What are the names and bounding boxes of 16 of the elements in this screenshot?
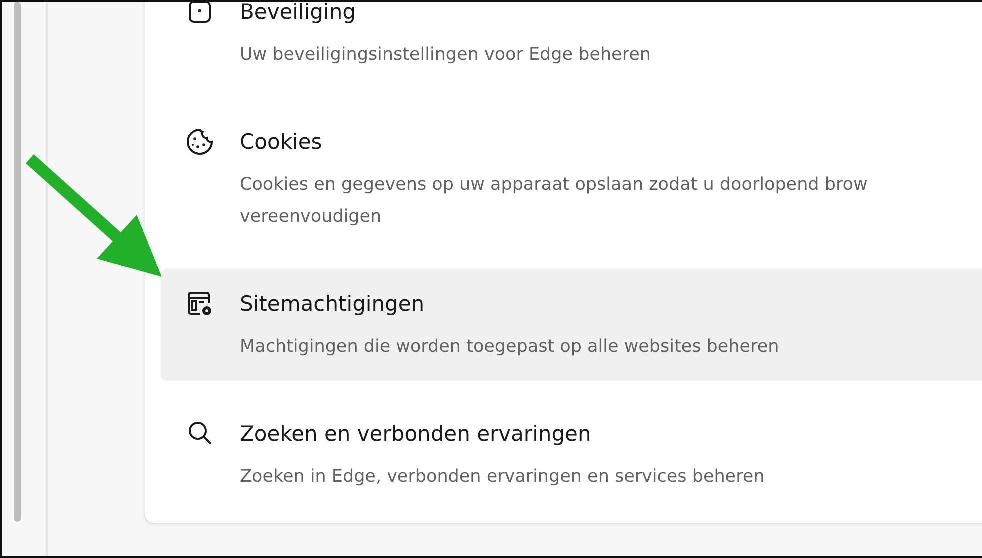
- item-title: Beveiliging: [240, 2, 357, 26]
- item-description: Cookies en gegevens op uw apparaat opslaan zodat u doorlopend brow: [240, 174, 868, 197]
- item-title: Cookies: [240, 129, 324, 156]
- item-description: Zoeken in Edge, verbonden ervaringen en services beheren: [240, 466, 765, 489]
- item-title: Sitemachtigingen: [240, 291, 426, 318]
- settings-item[interactable]: Zoeken en verbonden ervaringen Zoeken in Edge, verbonden ervaringen en services beheren: [161, 399, 982, 511]
- item-title: Zoeken en verbonden ervaringen: [240, 421, 592, 448]
- settings-item[interactable]: Beveiliging Uw beveiligingsinstellingen voor Edge beheren: [161, 2, 982, 89]
- cookie-icon: [186, 128, 214, 156]
- item-description: vereenvoudigen: [240, 206, 383, 229]
- item-description: Uw beveiligingsinstellingen voor Edge beheren: [240, 44, 651, 67]
- item-description: Machtigingen die worden toegepast op alle websites beheren: [240, 336, 780, 359]
- scrollbar[interactable]: [14, 2, 20, 522]
- settings-item[interactable]: Sitemachtigingen Machtigingen die worden toegepast op alle websites beheren: [161, 269, 982, 381]
- browser-gear-icon: [186, 290, 214, 318]
- settings-item[interactable]: Cookies Cookies en gegevens op uw apparaat opslaan zodat u doorlopend brow vereenvoudigen: [161, 107, 982, 251]
